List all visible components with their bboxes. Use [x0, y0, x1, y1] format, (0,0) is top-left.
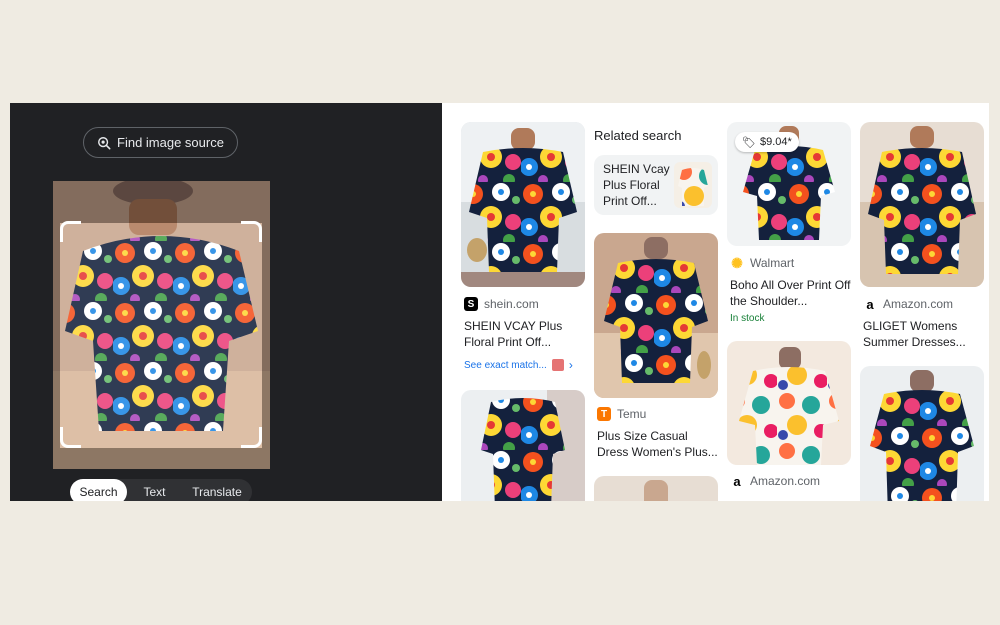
related-search-label: SHEIN Vcay Plus Floral Print Off... — [603, 162, 670, 208]
result-source-walmart[interactable]: ✺ Walmart — [730, 254, 795, 271]
stock-status: In stock — [730, 313, 765, 324]
related-search-item[interactable]: SHEIN Vcay Plus Floral Print Off... — [594, 155, 718, 215]
tab-translate[interactable]: Translate — [182, 479, 252, 501]
result-image-shein[interactable] — [461, 122, 585, 287]
amazon-logo-icon: a — [866, 296, 874, 312]
result-image-walmart[interactable]: 🏷 $9.04* — [727, 122, 851, 246]
screenshot-frame: Find image source Search Text Translate … — [10, 103, 989, 501]
find-image-source-label: Find image source — [117, 135, 224, 150]
uploaded-dress-image — [53, 181, 270, 469]
temu-logo-icon: T — [597, 407, 611, 421]
chevron-right-icon: › — [568, 358, 573, 372]
find-image-source-button[interactable]: Find image source — [83, 127, 238, 158]
price-badge: 🏷 $9.04* — [735, 132, 799, 152]
related-search-thumbnail — [674, 162, 712, 208]
walmart-spark-icon: ✺ — [731, 254, 743, 271]
image-preview-panel: Find image source Search Text Translate — [10, 103, 442, 501]
shein-logo-icon: S — [464, 297, 478, 311]
result-image-amazon-3[interactable] — [860, 366, 984, 501]
result-image-amazon-1[interactable] — [727, 341, 851, 465]
crop-handle-bottom-left[interactable] — [60, 427, 81, 448]
result-title-amazon-2[interactable]: GLIGET Womens Summer Dresses... — [863, 318, 985, 350]
lens-search-icon — [98, 136, 111, 149]
tab-search[interactable]: Search — [70, 479, 127, 501]
result-title-walmart[interactable]: Boho All Over Print Off the Shoulder... — [730, 277, 852, 309]
result-image-temu[interactable] — [594, 233, 718, 398]
result-image-amazon-2[interactable] — [860, 122, 984, 287]
result-source-label: Walmart — [750, 256, 795, 270]
crop-handle-top-left[interactable] — [60, 221, 81, 242]
result-image-dress-hanger[interactable] — [461, 390, 585, 501]
price-value: $9.04* — [759, 136, 792, 148]
amazon-logo-icon: a — [733, 473, 741, 489]
result-source-amazon-2[interactable]: a Amazon.com — [863, 296, 954, 312]
result-source-label: Amazon.com — [883, 297, 954, 311]
lens-mode-tabs: Search Text Translate — [70, 479, 252, 501]
result-title-shein[interactable]: SHEIN VCAY Plus Floral Print Off... — [464, 318, 586, 350]
result-source-label: shein.com — [484, 297, 539, 311]
related-search-heading: Related search — [594, 128, 682, 143]
result-title-temu[interactable]: Plus Size Casual Dress Women's Plus... — [597, 428, 719, 460]
crop-handle-top-right[interactable] — [241, 221, 262, 242]
result-source-temu[interactable]: T Temu — [597, 407, 646, 421]
see-exact-match-label: See exact match... — [464, 359, 547, 371]
tab-text[interactable]: Text — [127, 479, 182, 501]
result-source-label: Temu — [617, 407, 647, 421]
result-image-next[interactable] — [594, 476, 718, 501]
result-source-label: Amazon.com — [750, 474, 821, 488]
results-panel: S shein.com SHEIN VCAY Plus Floral Print… — [442, 103, 989, 501]
see-exact-match-link[interactable]: See exact match... › — [464, 358, 573, 372]
result-source-shein[interactable]: S shein.com — [464, 297, 539, 311]
exact-match-thumbnail-icon — [551, 359, 564, 371]
crop-handle-bottom-right[interactable] — [241, 427, 262, 448]
result-source-amazon-1[interactable]: a Amazon.com — [730, 473, 821, 489]
price-tag-icon: 🏷 — [742, 136, 756, 149]
